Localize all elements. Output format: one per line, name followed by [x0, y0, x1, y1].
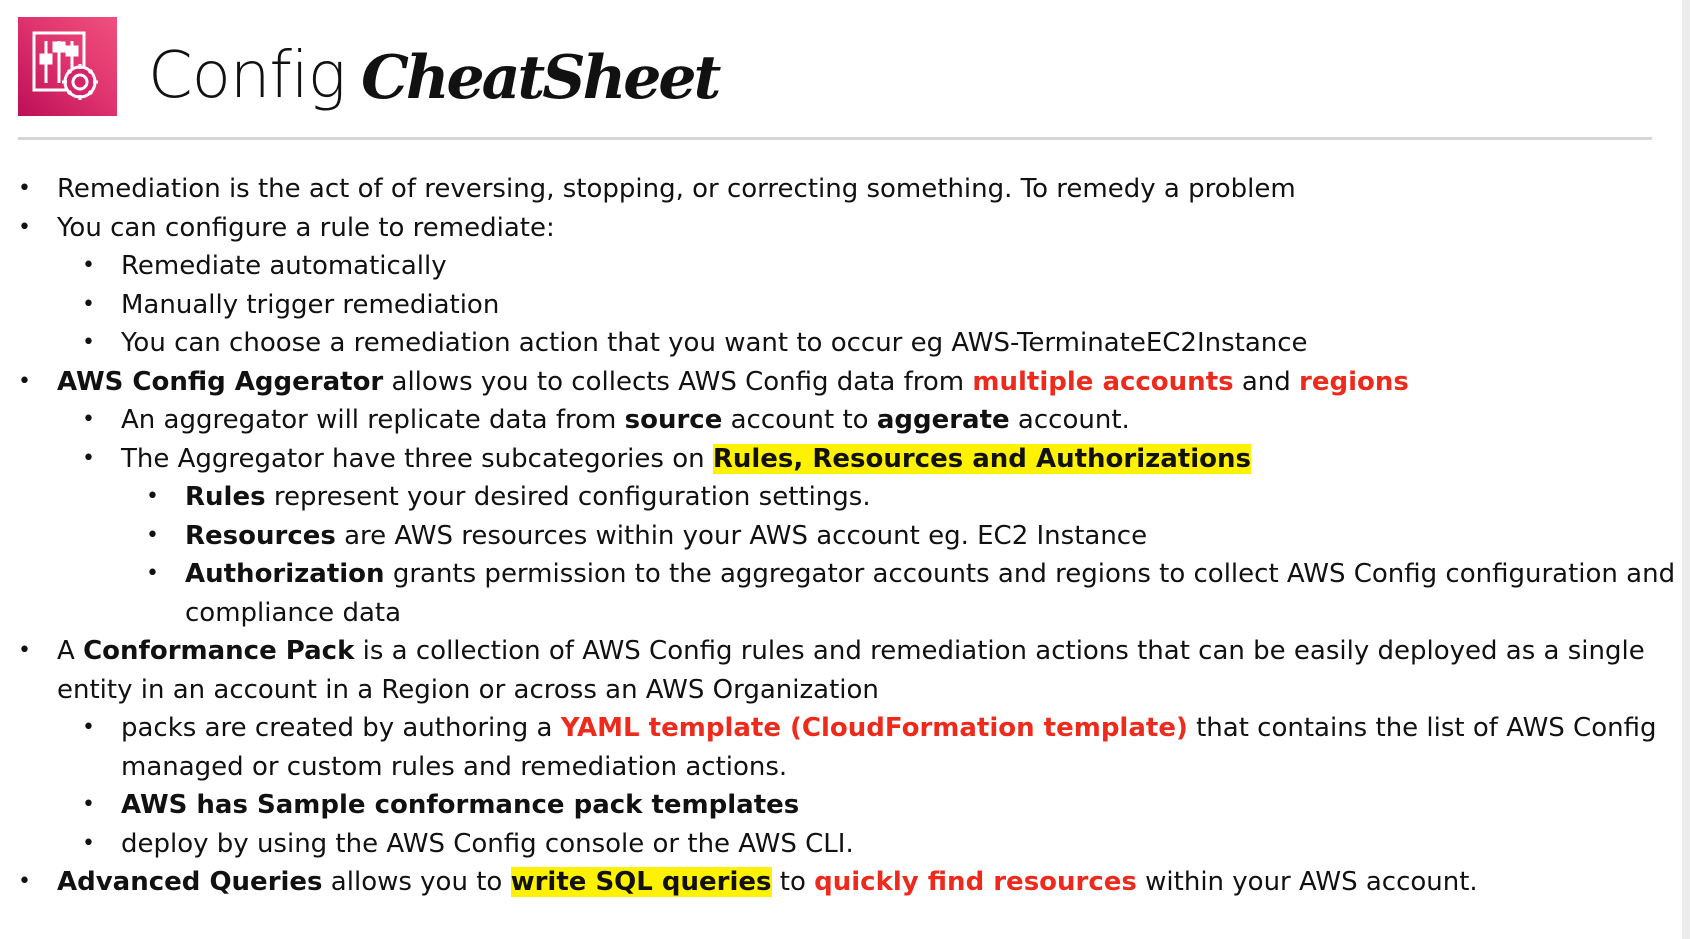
page-title: Config CheatSheet [148, 18, 721, 113]
text: managed or custom rules and remediation … [121, 751, 788, 782]
bullet-remediation-action: • You can choose a remediation action th… [0, 324, 1690, 363]
text: account. [1009, 405, 1130, 435]
text: The Aggregator have three subcategories … [121, 443, 713, 474]
bullet-dot: • [18, 869, 31, 894]
text: grants permission to the aggregator acco… [384, 559, 1676, 589]
text: Manually trigger remediation [121, 289, 500, 320]
text: represent your desired configuration set… [265, 482, 871, 512]
bullet-aggregator-replicate: • An aggregator will replicate data from… [0, 401, 1690, 440]
bold-term: Rules [185, 482, 266, 512]
title-cheatsheet: CheatSheet [361, 43, 721, 113]
text: Remediate automatically [121, 251, 447, 281]
bullet-authorization-continued: compliance data [0, 594, 1690, 633]
title-config: Config [148, 39, 346, 113]
bullet-rules: • Rules represent your desired configura… [0, 478, 1690, 517]
text: account to [722, 405, 877, 435]
bullet-dot: • [18, 176, 31, 201]
bullet-packs-yaml: • packs are created by authoring a YAML … [0, 709, 1690, 748]
text: that contains the list of AWS Config [1187, 713, 1657, 743]
bullet-dot: • [82, 830, 95, 856]
red-emphasis: YAML template (CloudFormation template) [560, 713, 1188, 743]
bullet-remediation-definition: • Remediation is the act of of reversing… [0, 170, 1690, 209]
bullet-config-aggregator: • AWS Config Aggerator allows you to col… [0, 363, 1690, 402]
bullet-dot: • [82, 253, 95, 278]
text: to [771, 867, 815, 897]
bullet-dot: • [82, 407, 95, 432]
bullet-dot: • [18, 368, 31, 394]
bullet-dot: • [82, 330, 95, 355]
bullet-dot: • [82, 291, 95, 317]
bold-term: source [624, 405, 723, 435]
bullet-dot: • [82, 715, 95, 740]
text: You can configure a rule to remediate: [57, 212, 555, 243]
bullet-resources: • Resources are AWS resources within you… [0, 517, 1690, 556]
bullet-dot: • [18, 214, 31, 240]
bold-term: aggerate [876, 405, 1010, 435]
bold-term: Resources [185, 520, 336, 551]
bullet-manual-remediation: • Manually trigger remediation [0, 286, 1690, 325]
red-emphasis: multiple accounts [972, 366, 1234, 397]
text: deploy by using the AWS Config console o… [121, 828, 854, 859]
bullet-dot: • [82, 445, 95, 471]
bold-term: Advanced Queries [57, 867, 323, 897]
highlighted-text: write SQL queries [510, 867, 772, 897]
bullet-deploy: • deploy by using the AWS Config console… [0, 825, 1690, 864]
bullet-conformance-pack: • A Conformance Pack is a collection of … [0, 632, 1690, 671]
bullet-dot: • [82, 792, 95, 817]
text: entity in an account in a Region or acro… [57, 674, 879, 705]
text: packs are created by authoring a [121, 713, 561, 743]
text: A [57, 636, 84, 666]
bullet-authorization: • Authorization grants permission to the… [0, 555, 1690, 594]
text: allows you to [322, 867, 511, 897]
text: An aggregator will replicate data from [121, 405, 625, 435]
bullet-conformance-pack-continued: entity in an account in a Region or acro… [0, 671, 1690, 710]
text: allows you to collects AWS Config data f… [383, 366, 973, 397]
bold-term: Conformance Pack [83, 636, 355, 666]
highlighted-text: Rules, Resources and Authorizations [712, 443, 1251, 474]
text: Remediation is the act of of reversing, … [57, 174, 1296, 204]
text: within your AWS account. [1136, 867, 1478, 897]
bullet-dot: • [146, 522, 159, 548]
title-divider [18, 137, 1652, 140]
bullet-configure-rule: • You can configure a rule to remediate: [0, 209, 1690, 248]
red-emphasis: quickly find resources [814, 867, 1137, 897]
bullet-dot: • [146, 484, 159, 509]
bold-term: AWS Config Aggerator [57, 366, 384, 397]
aws-config-icon [18, 17, 117, 116]
text: You can choose a remediation action that… [121, 328, 1308, 358]
bullet-advanced-queries: • Advanced Queries allows you to write S… [0, 863, 1690, 902]
bold-term: AWS has Sample conformance pack template… [121, 790, 800, 820]
bullet-packs-yaml-continued: managed or custom rules and remediation … [0, 748, 1690, 787]
text: is a collection of AWS Config rules and … [354, 636, 1645, 666]
bullet-remediate-automatically: • Remediate automatically [0, 247, 1690, 286]
text: and [1233, 366, 1300, 397]
red-emphasis: regions [1299, 366, 1409, 397]
text: are AWS resources within your AWS accoun… [335, 520, 1148, 551]
bullet-dot: • [146, 561, 159, 586]
bold-term: Authorization [185, 559, 385, 589]
cheatsheet-body: • Remediation is the act of of reversing… [0, 170, 1690, 902]
bullet-dot: • [18, 638, 31, 663]
bullet-aggregator-subcategories: • The Aggregator have three subcategorie… [0, 440, 1690, 479]
text: compliance data [185, 597, 402, 628]
bullet-sample-templates: • AWS has Sample conformance pack templa… [0, 786, 1690, 825]
